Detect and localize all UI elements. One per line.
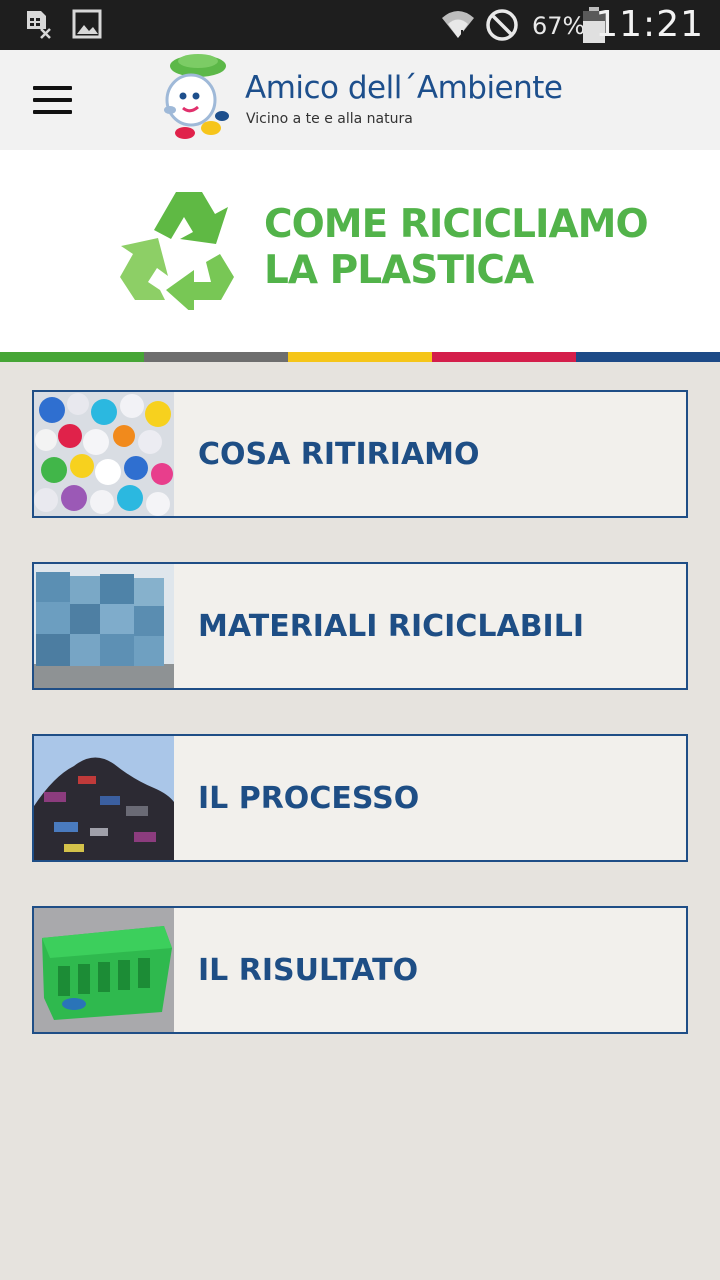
green-crate-image — [34, 908, 174, 1032]
menu-item-il-processo[interactable]: IL PROCESSO — [32, 734, 688, 862]
menu-item-materiali-riciclabili[interactable]: MATERIALI RICICLABILI — [32, 562, 688, 690]
menu-item-cosa-ritiriamo[interactable]: COSA RITIRIAMO — [32, 390, 688, 518]
stripe-red — [432, 352, 576, 362]
plastic-bales-image — [34, 564, 174, 688]
menu-line — [33, 86, 72, 90]
app-title: Amico dell´Ambiente — [245, 70, 563, 106]
sim-card-icon — [24, 9, 56, 46]
menu-item-label: MATERIALI RICICLABILI — [198, 608, 585, 644]
stripe-yellow — [288, 352, 432, 362]
color-stripe — [0, 352, 720, 362]
menu-item-label: IL PROCESSO — [198, 780, 420, 816]
waste-pile-image — [34, 736, 174, 860]
hero-title-line1: COME RICICLIAMO — [264, 202, 649, 247]
menu-item-label: COSA RITIRIAMO — [198, 436, 480, 472]
app-logo: Amico dell´Ambiente Vicino a te e alla n… — [158, 50, 578, 150]
status-bar: 67% 11:21 — [0, 0, 720, 50]
menu-line — [33, 110, 72, 114]
do-not-disturb-icon — [485, 8, 519, 47]
stripe-gray — [144, 352, 288, 362]
stripe-blue — [576, 352, 720, 362]
menu-item-il-risultato[interactable]: IL RISULTATO — [32, 906, 688, 1034]
bottle-caps-image — [34, 392, 174, 516]
clock: 11:21 — [595, 4, 704, 45]
app-tagline: Vicino a te e alla natura — [246, 111, 413, 127]
stripe-green — [0, 352, 144, 362]
image-icon — [72, 9, 104, 46]
hamburger-menu-button[interactable] — [24, 76, 82, 124]
app-header: Amico dell´Ambiente Vicino a te e alla n… — [0, 50, 720, 150]
recycle-icon — [120, 192, 234, 310]
hero-title: COME RICICLIAMO LA PLASTICA — [264, 202, 649, 294]
hero-banner: COME RICICLIAMO LA PLASTICA — [0, 150, 720, 352]
menu-line — [33, 98, 72, 102]
hero-title-line2: LA PLASTICA — [264, 248, 534, 293]
mascot-icon — [164, 54, 229, 139]
battery-percent: 67% — [532, 12, 586, 40]
wifi-icon — [440, 6, 476, 47]
menu-item-label: IL RISULTATO — [198, 952, 419, 988]
